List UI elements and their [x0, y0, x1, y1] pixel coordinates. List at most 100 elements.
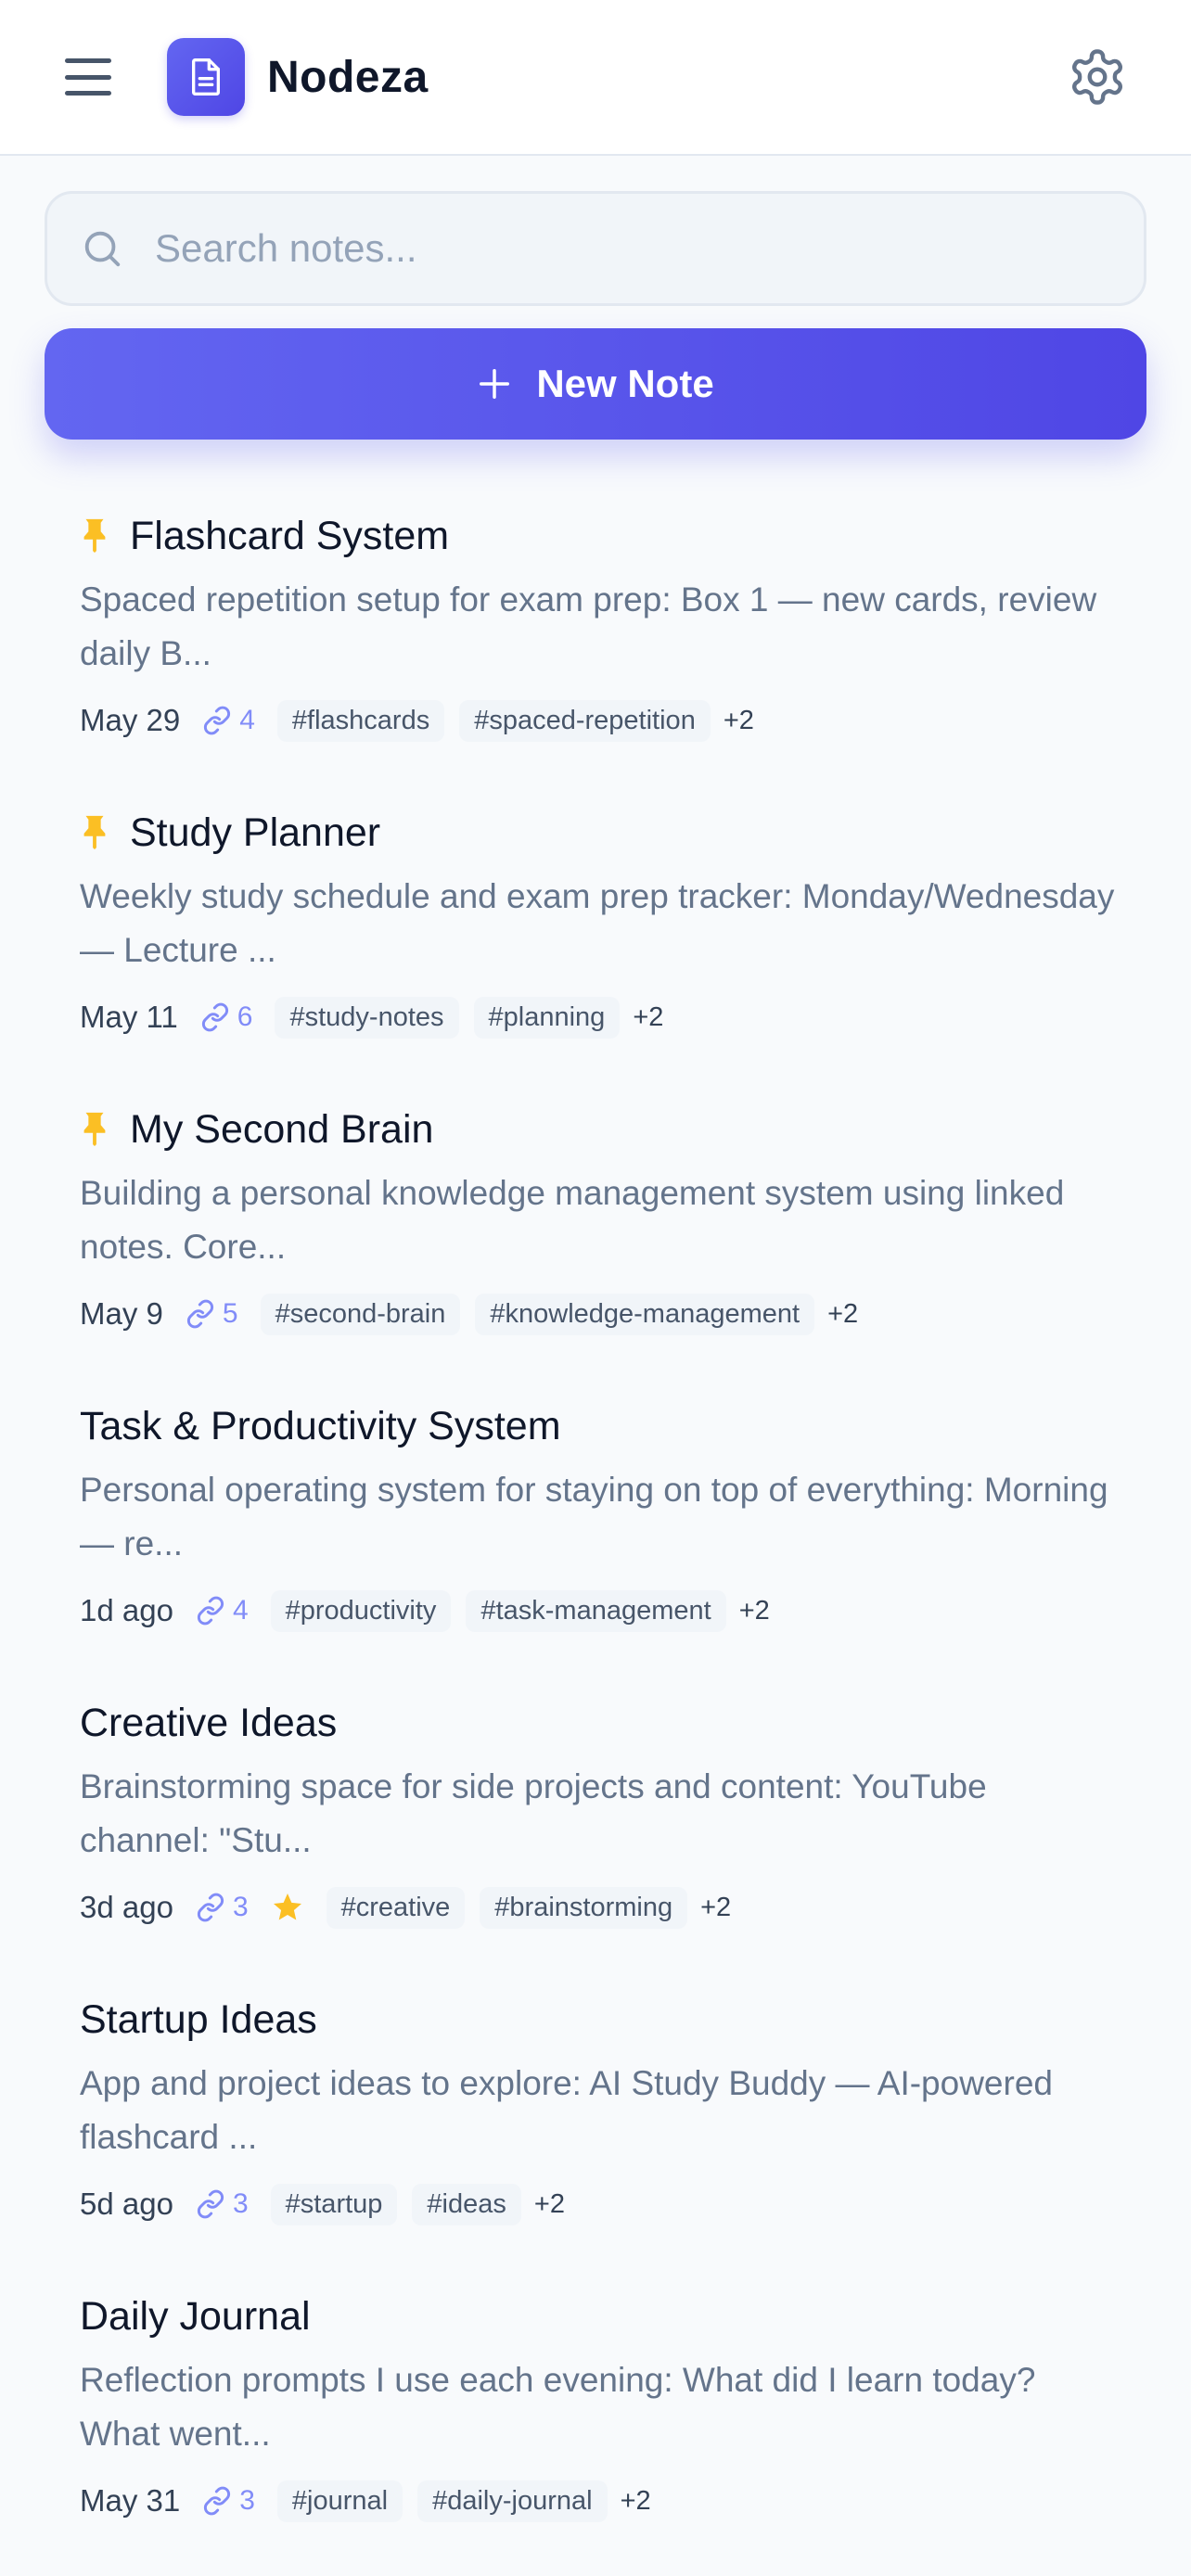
search-bar[interactable]	[45, 191, 1146, 306]
link-icon	[200, 1002, 237, 1032]
link-icon	[186, 1299, 223, 1329]
backlink-count: 6	[200, 1001, 253, 1033]
new-note-label: New Note	[536, 362, 714, 405]
backlink-count: 5	[186, 1298, 238, 1330]
note-date: May 31	[80, 2483, 181, 2518]
note-tag[interactable]: #planning	[473, 996, 621, 1039]
app: Nodeza New Note Flashcard System Spaced r…	[0, 0, 1191, 2576]
backlink-count-value: 6	[237, 1001, 253, 1032]
note-preview: Brainstorming space for side projects an…	[80, 1767, 987, 1859]
note-title: Daily Journal	[80, 2293, 311, 2339]
link-icon	[202, 2486, 239, 2516]
note-date: May 29	[80, 703, 181, 737]
note-item[interactable]: Flashcard System Spaced repetition setup …	[0, 482, 1191, 779]
note-tag[interactable]: #task-management	[466, 1589, 726, 1632]
note-meta: May 29 4 #flashcards #spaced-repetition +2	[80, 697, 1126, 744]
note-item[interactable]: My Second Brain Building a personal knowl…	[0, 1076, 1191, 1372]
note-preview: Spaced repetition setup for exam prep: B…	[80, 580, 1097, 672]
link-icon	[196, 2189, 233, 2219]
note-title-row: Flashcard System	[80, 508, 1126, 564]
note-title-row: Startup Ideas	[80, 1992, 1126, 2047]
new-note-button[interactable]: New Note	[45, 328, 1146, 440]
note-tag[interactable]: #journal	[276, 2480, 403, 2522]
note-title-row: My Second Brain	[80, 1102, 1126, 1157]
note-date: May 9	[80, 1296, 163, 1331]
backlink-count-value: 5	[222, 1298, 238, 1329]
pin-icon	[80, 1111, 109, 1148]
pin-icon	[80, 814, 109, 851]
search-icon	[81, 227, 123, 270]
more-tags-count: +2	[633, 1001, 664, 1032]
note-title-row: Task & Productivity System	[80, 1398, 1126, 1454]
note-tag[interactable]: #creative	[326, 1886, 466, 1929]
note-preview: Weekly study schedule and exam prep trac…	[80, 877, 1115, 969]
backlink-count: 3	[202, 2485, 255, 2517]
note-item[interactable]: Task & Productivity System Personal opera…	[0, 1372, 1191, 1669]
note-date: May 11	[80, 1000, 178, 1034]
note-tag[interactable]: #ideas	[412, 2183, 521, 2225]
link-icon	[196, 1893, 233, 1922]
note-tag[interactable]: #daily-journal	[417, 2480, 608, 2522]
note-meta: May 9 5 #second-brain #knowledge-management…	[80, 1291, 1126, 1337]
pin-icon	[80, 517, 109, 555]
note-tag[interactable]: #second-brain	[260, 1293, 461, 1335]
note-tag[interactable]: #spaced-repetition	[459, 699, 711, 742]
document-icon	[167, 38, 245, 116]
note-preview: Building a personal knowledge management…	[80, 1174, 1065, 1266]
backlink-count-value: 4	[232, 1595, 249, 1626]
backlink-count-value: 3	[232, 1892, 249, 1922]
note-preview: Reflection prompts I use each evening: W…	[80, 2361, 1036, 2453]
note-item[interactable]: Startup Ideas App and project ideas to ex…	[0, 1966, 1191, 2263]
more-tags-count: +2	[827, 1298, 859, 1329]
note-title: Creative Ideas	[80, 1700, 338, 1745]
note-title: Startup Ideas	[80, 1996, 317, 2042]
note-preview: App and project ideas to explore: AI Stu…	[80, 2064, 1053, 2156]
backlink-count-value: 3	[239, 2485, 255, 2516]
note-meta: 1d ago 4 #productivity #task-management +2	[80, 1588, 1126, 1634]
note-meta: May 31 3 #journal #daily-journal +2	[80, 2478, 1126, 2524]
note-title: Task & Productivity System	[80, 1403, 561, 1448]
note-item[interactable]: Creative Ideas Brainstorming space for si…	[0, 1669, 1191, 1966]
backlink-count: 3	[196, 2188, 249, 2220]
search-input[interactable]	[155, 226, 1082, 271]
notes-list: Flashcard System Spaced repetition setup …	[0, 482, 1191, 2559]
more-tags-count: +2	[533, 2188, 565, 2219]
more-tags-count: +2	[723, 705, 754, 735]
backlink-count: 4	[196, 1595, 249, 1626]
note-tag[interactable]: #brainstorming	[480, 1886, 688, 1929]
note-title: My Second Brain	[130, 1106, 434, 1152]
note-title: Study Planner	[130, 810, 381, 855]
note-item[interactable]: Study Planner Weekly study schedule and e…	[0, 779, 1191, 1076]
gear-icon[interactable]	[1067, 46, 1128, 108]
note-tag[interactable]: #startup	[270, 2183, 398, 2225]
more-tags-count: +2	[700, 1892, 732, 1922]
note-title-row: Daily Journal	[80, 2289, 1126, 2344]
note-date: 5d ago	[80, 2187, 173, 2221]
note-tag[interactable]: #productivity	[270, 1589, 452, 1632]
note-title-row: Study Planner	[80, 805, 1126, 861]
hamburger-menu-icon[interactable]	[65, 58, 111, 96]
note-item[interactable]: Daily Journal Reflection prompts I use ea…	[0, 2263, 1191, 2559]
backlink-count: 3	[196, 1892, 249, 1923]
note-meta: 3d ago 3 #creative #brainstorming +2	[80, 1884, 1126, 1931]
note-tag[interactable]: #flashcards	[276, 699, 445, 742]
backlink-count-value: 3	[232, 2188, 249, 2219]
more-tags-count: +2	[738, 1595, 770, 1626]
link-icon	[202, 706, 239, 735]
app-header: Nodeza	[0, 0, 1191, 156]
backlink-count: 4	[202, 705, 255, 736]
note-meta: May 11 6 #study-notes #planning +2	[80, 994, 1126, 1040]
app-brand-name: Nodeza	[267, 52, 429, 102]
note-tag[interactable]: #study-notes	[275, 996, 459, 1039]
link-icon	[196, 1596, 233, 1626]
note-tag[interactable]: #knowledge-management	[475, 1293, 815, 1335]
note-date: 1d ago	[80, 1593, 173, 1627]
plus-icon	[477, 366, 512, 402]
more-tags-count: +2	[620, 2485, 651, 2516]
note-meta: 5d ago 3 #startup #ideas +2	[80, 2181, 1126, 2227]
note-title: Flashcard System	[130, 513, 450, 558]
star-icon	[271, 1891, 304, 1924]
note-date: 3d ago	[80, 1890, 173, 1924]
backlink-count-value: 4	[239, 705, 255, 735]
note-preview: Personal operating system for staying on…	[80, 1471, 1108, 1562]
